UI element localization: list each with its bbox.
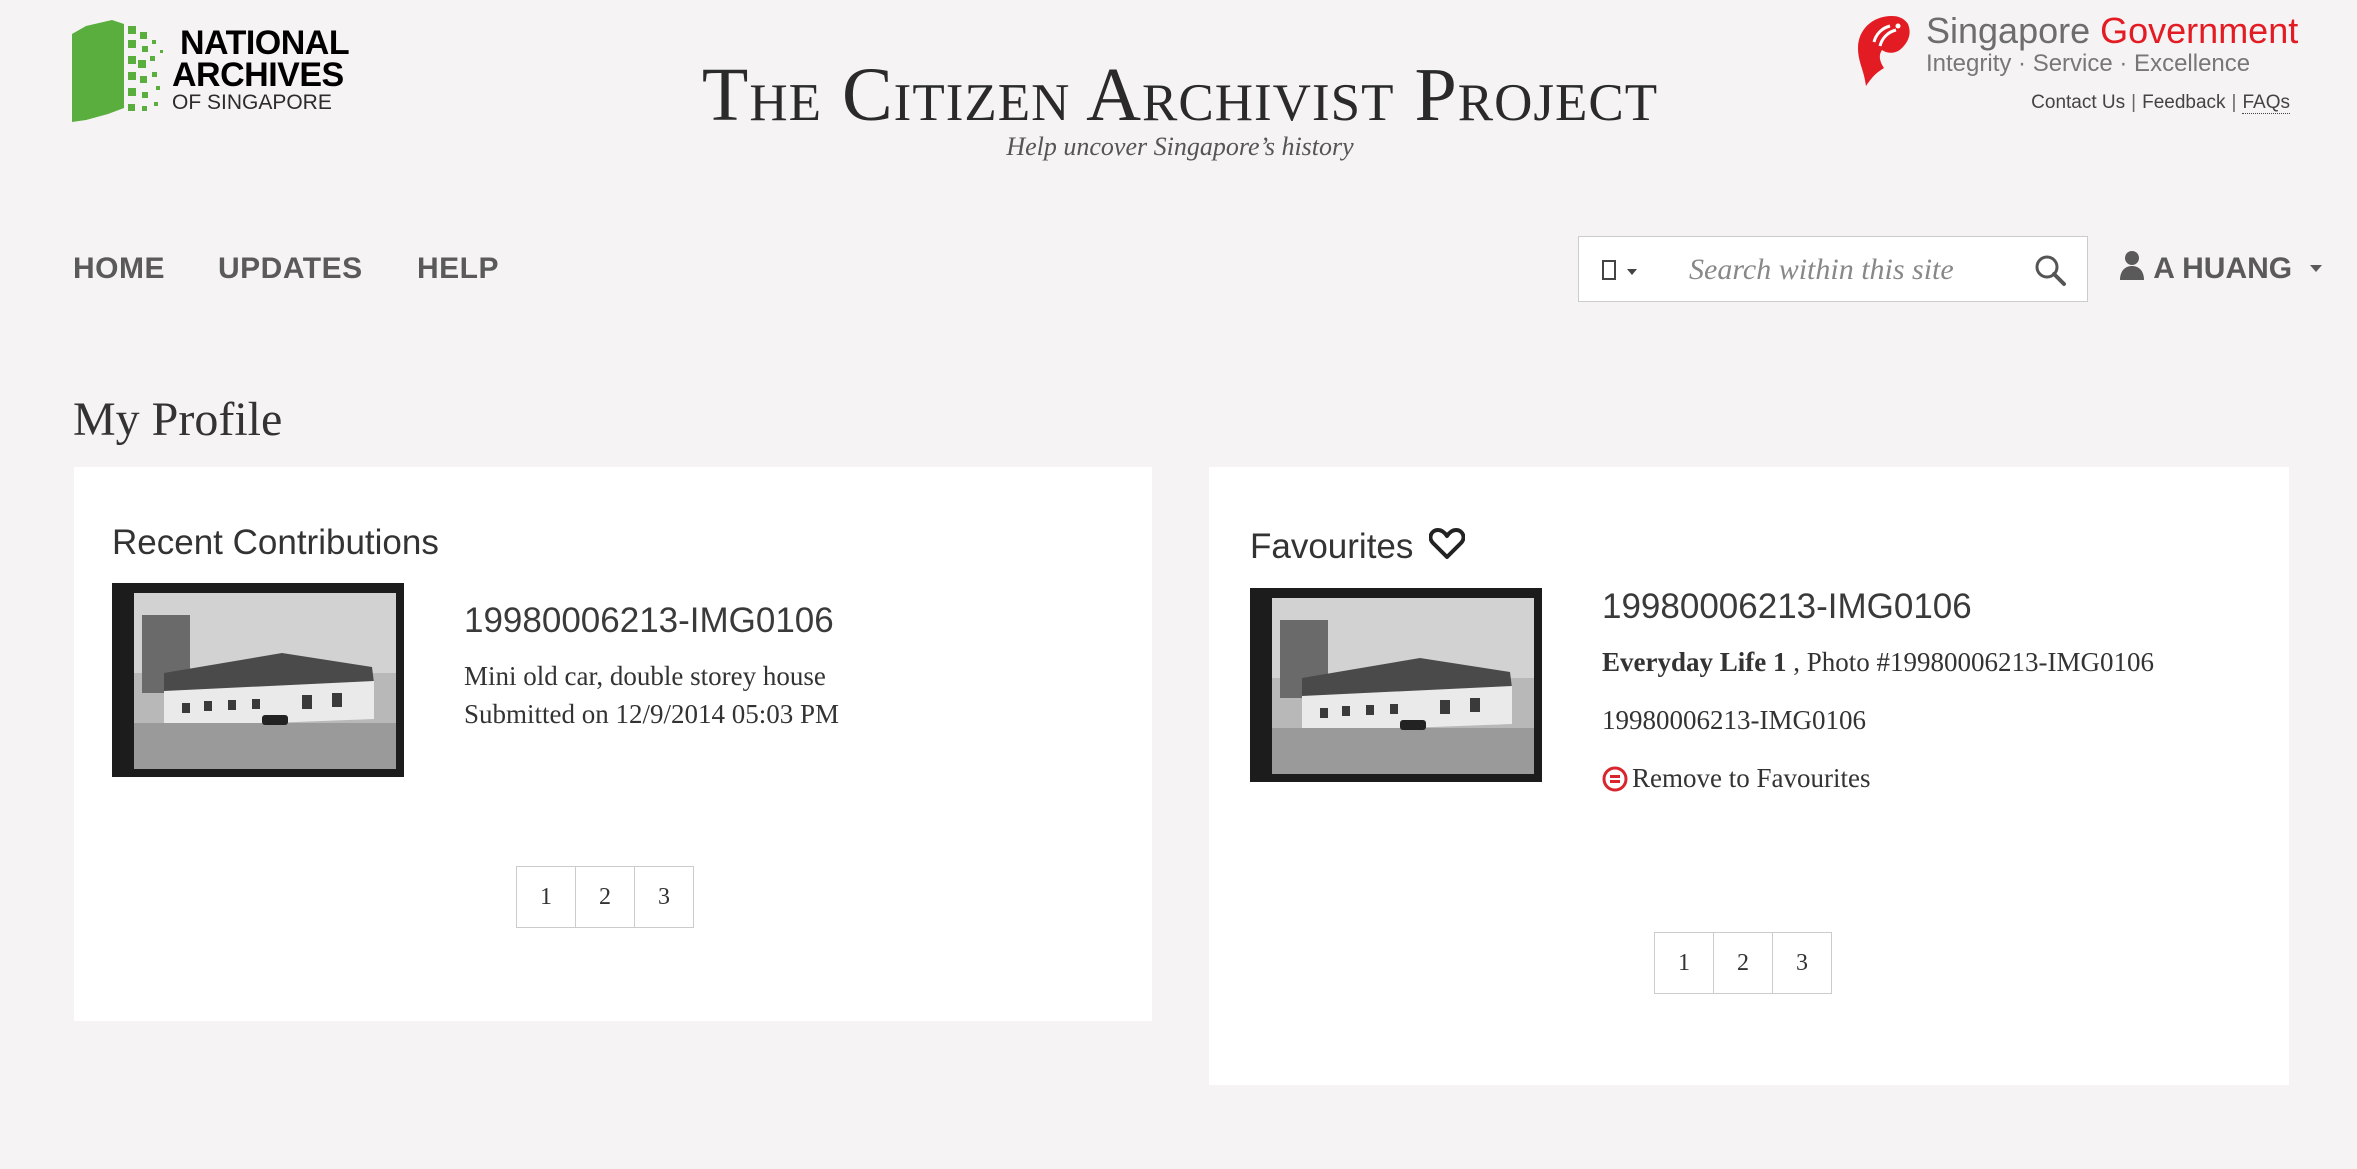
favourites-heading: Favourites bbox=[1250, 527, 1466, 567]
link-separator: | bbox=[2131, 92, 2137, 113]
favourite-item-id[interactable]: 19980006213-IMG0106 bbox=[1602, 587, 1972, 627]
page-title: My Profile bbox=[73, 393, 283, 446]
national-archives-logo[interactable]: NATIONAL ARCHIVES OF SINGAPORE bbox=[72, 16, 372, 126]
building-photo bbox=[1250, 588, 1542, 782]
search-icon bbox=[2035, 255, 2066, 286]
feedback-link[interactable]: Feedback bbox=[2142, 92, 2225, 113]
favourite-ref: 19980006213-IMG0106 bbox=[1602, 705, 1866, 735]
nas-logo-mark: NATIONAL ARCHIVES OF SINGAPORE bbox=[72, 20, 350, 122]
favourite-collection-line: Everyday Life 1 , Photo #19980006213-IMG… bbox=[1602, 647, 2154, 678]
favourites-pagination: 1 2 3 bbox=[1654, 932, 1832, 994]
user-menu[interactable]: A HUANG bbox=[2118, 250, 2324, 286]
site-search bbox=[1578, 236, 2088, 302]
favourite-photo-ref: , Photo #19980006213-IMG0106 bbox=[1786, 647, 2154, 677]
site-title: The Citizen Archivist Project bbox=[701, 53, 1659, 137]
building-photo bbox=[112, 583, 404, 777]
contribution-item-id[interactable]: 19980006213-IMG0106 bbox=[464, 601, 834, 641]
link-separator: | bbox=[2231, 92, 2237, 113]
gov-name-government: Government bbox=[2100, 10, 2299, 51]
page-button-2[interactable]: 2 bbox=[575, 866, 635, 928]
page-button-2[interactable]: 2 bbox=[1713, 932, 1773, 994]
contribution-submitted-date: Submitted on 12/9/2014 05:03 PM bbox=[464, 699, 840, 729]
remove-icon bbox=[1602, 766, 1628, 792]
user-icon bbox=[2120, 251, 2144, 280]
utility-links: Contact Us | Feedback | FAQs bbox=[1960, 92, 2290, 114]
caret-down-icon bbox=[1627, 269, 1637, 275]
contact-us-link[interactable]: Contact Us bbox=[2031, 92, 2125, 113]
search-button[interactable] bbox=[2033, 253, 2069, 287]
favourite-thumbnail[interactable] bbox=[1250, 588, 1542, 782]
contribution-thumbnail[interactable] bbox=[112, 583, 404, 777]
nav-help[interactable]: HELP bbox=[417, 252, 499, 286]
search-scope-dropdown[interactable] bbox=[1601, 257, 1641, 283]
favourites-panel: Favourites 19980006213-IMG0106 Everyday … bbox=[1209, 467, 2289, 1085]
nav-home[interactable]: HOME bbox=[73, 252, 165, 286]
page-button-3[interactable]: 3 bbox=[1772, 932, 1832, 994]
singapore-government-logo[interactable]: Singapore Government bbox=[1926, 10, 2299, 52]
favourite-collection-name[interactable]: Everyday Life 1 bbox=[1602, 647, 1786, 677]
favourites-heading-label: Favourites bbox=[1250, 527, 1414, 566]
recent-contributions-heading: Recent Contributions bbox=[112, 523, 439, 562]
remove-favourite-link[interactable]: Remove to Favourites bbox=[1602, 763, 1870, 794]
gov-name-singapore: Singapore bbox=[1926, 10, 2101, 51]
page-button-1[interactable]: 1 bbox=[1654, 932, 1714, 994]
search-input[interactable] bbox=[1687, 247, 2021, 293]
nav-updates[interactable]: UPDATES bbox=[218, 252, 363, 286]
page-button-3[interactable]: 3 bbox=[634, 866, 694, 928]
user-name: A HUANG bbox=[2153, 252, 2293, 285]
heart-icon bbox=[1428, 528, 1466, 559]
gov-motto: Integrity · Service · Excellence bbox=[1926, 50, 2251, 77]
square-icon bbox=[1602, 260, 1616, 280]
contribution-description: Mini old car, double storey house bbox=[464, 661, 826, 691]
recent-contributions-panel: Recent Contributions 19980006213-IMG0106… bbox=[74, 467, 1152, 1021]
faqs-link[interactable]: FAQs bbox=[2242, 92, 2290, 114]
lion-head-icon bbox=[1852, 14, 1914, 88]
recent-pagination: 1 2 3 bbox=[516, 866, 694, 928]
page-button-1[interactable]: 1 bbox=[516, 866, 576, 928]
svg-text:ARCHIVES: ARCHIVES bbox=[172, 56, 344, 94]
caret-down-icon bbox=[2310, 265, 2323, 272]
remove-favourite-label: Remove to Favourites bbox=[1632, 763, 1871, 793]
site-tagline: Help uncover Singapore’s history bbox=[1006, 132, 1354, 161]
svg-text:OF SINGAPORE: OF SINGAPORE bbox=[172, 91, 332, 114]
